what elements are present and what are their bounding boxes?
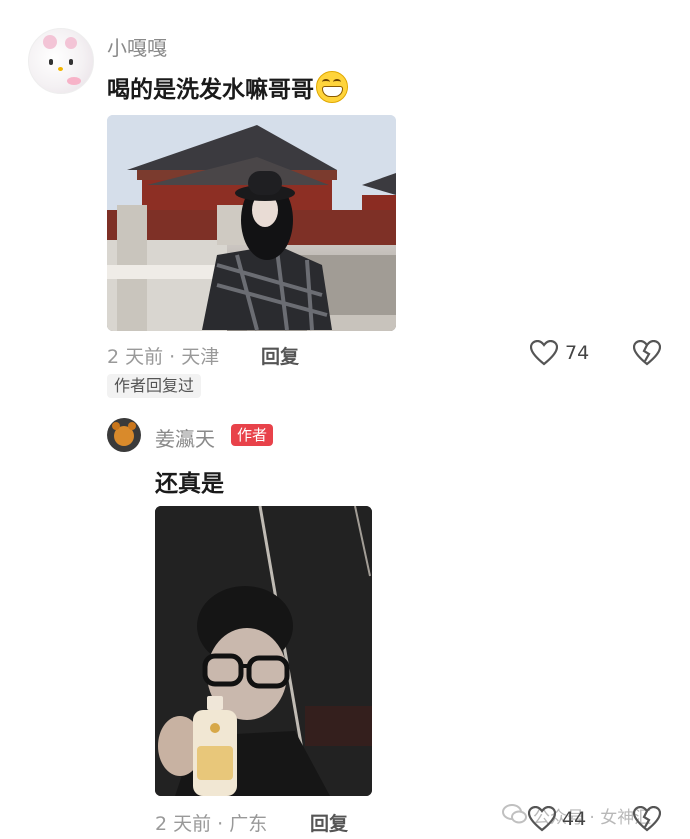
dislike-icon[interactable]: [632, 339, 662, 370]
like-count: 74: [565, 342, 590, 364]
reply-photo-selfie[interactable]: [155, 506, 372, 796]
reply-meta: 2 天前 · 广东: [155, 813, 268, 835]
comment-meta: 2 天前 · 天津: [107, 346, 220, 368]
like-icon[interactable]: [529, 339, 559, 370]
grinning-face-icon: [316, 71, 348, 103]
reply-like-icon[interactable]: [527, 805, 557, 836]
wechat-icon: [502, 803, 528, 829]
reply-button[interactable]: 回复: [261, 342, 299, 369]
author-replied-tag: 作者回复过: [107, 374, 202, 398]
author-badge: 作者: [231, 424, 274, 446]
reply-dislike-icon[interactable]: [632, 805, 662, 836]
comment-text-content: 喝的是洗发水嘛哥哥: [107, 77, 314, 103]
commenter-username[interactable]: 小嘎嘎: [107, 32, 167, 61]
comment-photo-palace[interactable]: [107, 115, 396, 331]
commenter-avatar[interactable]: [28, 28, 94, 94]
reply-text: 还真是: [155, 471, 224, 497]
reply-reply-button[interactable]: 回复: [310, 809, 348, 836]
author-avatar[interactable]: [107, 418, 141, 452]
author-username[interactable]: 姜瀛天: [155, 423, 215, 452]
comment-text: 喝的是洗发水嘛哥哥: [107, 70, 348, 104]
reply-like-count: 44: [562, 808, 587, 830]
